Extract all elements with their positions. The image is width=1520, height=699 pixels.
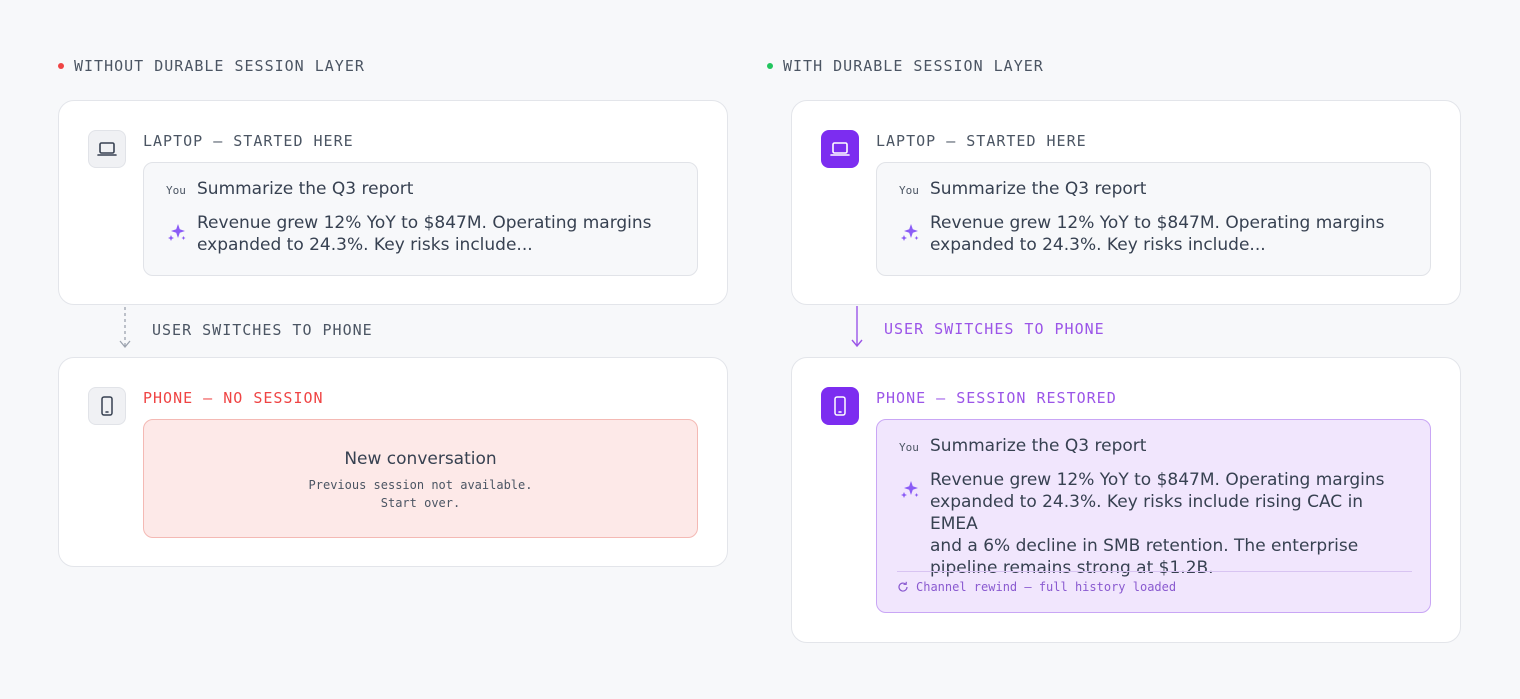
- user-message-row: You Summarize the Q3 report: [899, 179, 1410, 199]
- laptop-icon: [821, 130, 859, 168]
- user-message-row: You Summarize the Q3 report: [166, 179, 677, 199]
- phone-card-without: PHONE — NO SESSION New conversation Prev…: [58, 357, 728, 567]
- you-label: You: [166, 184, 186, 197]
- divider: [897, 571, 1412, 572]
- phone-icon: [88, 387, 126, 425]
- ai-message-row: Revenue grew 12% YoY to $847M. Operating…: [166, 212, 677, 256]
- restored-conversation-box: You Summarize the Q3 report Revenue grew…: [876, 419, 1431, 613]
- user-message-row: You Summarize the Q3 report: [899, 436, 1410, 456]
- user-message: Summarize the Q3 report: [197, 179, 414, 199]
- no-session-message: Previous session not available. Start ov…: [308, 478, 533, 510]
- switch-label-with: USER SWITCHES TO PHONE: [884, 320, 1105, 338]
- sparkle-icon: [899, 469, 930, 579]
- conversation-box: You Summarize the Q3 report Revenue grew…: [143, 162, 698, 276]
- switch-label-without: USER SWITCHES TO PHONE: [152, 321, 373, 339]
- status-dot-red: [58, 63, 64, 69]
- phone-icon: [821, 387, 859, 425]
- phone-card-with: PHONE — SESSION RESTORED You Summarize t…: [791, 357, 1461, 643]
- laptop-icon: [88, 130, 126, 168]
- device-title-no-session: PHONE — NO SESSION: [143, 389, 324, 407]
- laptop-card-without: LAPTOP — STARTED HERE You Summarize the …: [58, 100, 728, 305]
- you-label: You: [899, 441, 919, 454]
- ai-message: Revenue grew 12% YoY to $847M. Operating…: [930, 213, 1385, 255]
- ai-message-row: Revenue grew 12% YoY to $847M. Operating…: [899, 212, 1410, 256]
- dashed-arrow-icon: [119, 307, 131, 349]
- laptop-card-with: LAPTOP — STARTED HERE You Summarize the …: [791, 100, 1461, 305]
- user-message: Summarize the Q3 report: [930, 436, 1147, 456]
- ai-message: Revenue grew 12% YoY to $847M. Operating…: [197, 213, 652, 255]
- column-label-with: WITH DURABLE SESSION LAYER: [767, 57, 1044, 75]
- sparkle-icon: [899, 212, 930, 256]
- status-dot-green: [767, 63, 773, 69]
- ai-message-row: Revenue grew 12% YoY to $847M. Operating…: [899, 469, 1410, 579]
- rewind-status: Channel rewind — full history loaded: [897, 580, 1176, 594]
- refresh-icon: [898, 581, 908, 592]
- column-label-without: WITHOUT DURABLE SESSION LAYER: [58, 57, 365, 75]
- conversation-box: You Summarize the Q3 report Revenue grew…: [876, 162, 1431, 276]
- solid-arrow-icon: [851, 306, 863, 348]
- device-title-session-restored: PHONE — SESSION RESTORED: [876, 389, 1117, 407]
- you-label: You: [899, 184, 919, 197]
- device-title: LAPTOP — STARTED HERE: [143, 132, 354, 150]
- device-title: LAPTOP — STARTED HERE: [876, 132, 1087, 150]
- ai-message-full: Revenue grew 12% YoY to $847M. Operating…: [930, 470, 1385, 578]
- sparkle-icon: [166, 212, 197, 256]
- no-session-box: New conversation Previous session not av…: [143, 419, 698, 538]
- user-message: Summarize the Q3 report: [930, 179, 1147, 199]
- new-conversation-title: New conversation: [344, 449, 497, 469]
